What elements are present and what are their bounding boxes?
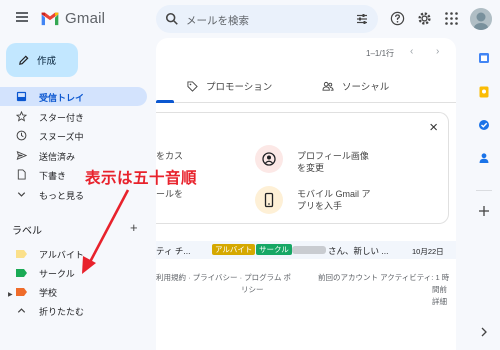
search-icon[interactable] <box>165 12 179 26</box>
sidebar-item-label: スター付き <box>39 113 85 123</box>
annotation-arrow-icon <box>82 189 130 274</box>
annotation-text: 表示は五十音順 <box>85 169 198 187</box>
tab-promotions[interactable]: プロモーション <box>187 79 272 93</box>
setup-item-text[interactable]: を変更 <box>297 162 324 174</box>
chevron-right-icon[interactable] <box>478 326 490 338</box>
setup-item-text[interactable]: モバイル Gmail ア <box>297 188 371 200</box>
star-icon <box>16 111 27 122</box>
activity-details-link[interactable]: 詳細 <box>432 296 447 307</box>
sidebar-item-sent[interactable]: 送信済み <box>0 146 150 165</box>
tabs-divider <box>156 102 456 103</box>
sidebar-item-starred[interactable]: スター付き <box>0 107 150 126</box>
tab-label: ソーシャル <box>342 82 390 93</box>
help-icon[interactable] <box>390 11 405 26</box>
redacted-name <box>292 246 326 254</box>
tab-label: プロモーション <box>206 82 273 93</box>
sidebar-item-label: 折りたたむ <box>39 307 85 317</box>
chevron-down-icon <box>17 192 26 197</box>
sidebar-item-label: スヌーズ中 <box>39 132 84 142</box>
contacts-icon[interactable] <box>478 152 490 164</box>
tag-icon <box>187 80 198 92</box>
avatar-image <box>470 8 492 30</box>
top-header: Gmail メールを検索 <box>0 0 500 38</box>
settings-gear-icon[interactable] <box>417 11 432 26</box>
next-page-button[interactable]: › <box>436 46 439 57</box>
profile-photo-icon[interactable] <box>255 145 283 173</box>
setup-item-text[interactable]: ールを <box>156 188 183 200</box>
label-tag-icon <box>16 288 27 296</box>
sidebar-item-label: 受信トレイ <box>39 93 85 103</box>
inbox-icon <box>16 91 27 102</box>
footer-links[interactable]: リシー <box>241 284 264 295</box>
sidebar-item-snoozed[interactable]: スヌーズ中 <box>0 126 150 145</box>
search-bar[interactable]: メールを検索 <box>156 5 378 33</box>
keep-icon[interactable] <box>478 86 490 98</box>
phone-icon <box>264 192 274 208</box>
gmail-m-icon <box>41 12 59 26</box>
sidebar-item-label: 送信済み <box>39 152 76 162</box>
setup-item-text[interactable]: プロフィール画像 <box>297 150 369 162</box>
label-chip-circle[interactable]: サークル <box>256 244 292 255</box>
gmail-app: Gmail メールを検索 作成 受信トレイ スター付き スヌーズ中 送信済み 下… <box>0 0 500 350</box>
clock-icon <box>16 130 27 141</box>
apps-grid-icon[interactable] <box>444 11 459 26</box>
label-tag-icon <box>16 269 27 277</box>
setup-item-text[interactable]: をカス <box>156 150 183 162</box>
sidebar-item-label: 学校 <box>39 288 58 298</box>
close-icon[interactable]: × <box>429 119 438 136</box>
email-date: 10月22日 <box>412 247 444 256</box>
sidebar-item-label: サークル <box>39 269 75 279</box>
labels-heading: ラベル <box>12 226 42 237</box>
account-avatar[interactable] <box>470 8 492 30</box>
search-input[interactable]: メールを検索 <box>186 13 249 28</box>
tab-primary-indicator[interactable] <box>156 100 174 103</box>
last-activity: 間前 <box>432 285 447 294</box>
tab-social[interactable]: ソーシャル <box>322 79 389 93</box>
account-circle-icon <box>262 152 276 166</box>
sidebar-item-inbox[interactable]: 受信トレイ <box>0 87 147 106</box>
sidebar-item-collapse[interactable]: 折りたたむ <box>0 301 150 320</box>
label-chip-arubaito[interactable]: アルバイト <box>212 244 256 255</box>
compose-button[interactable]: 作成 <box>6 43 78 77</box>
setup-item-text[interactable]: プリを入手 <box>297 200 342 212</box>
gmail-logo[interactable]: Gmail <box>40 10 105 27</box>
rail-divider <box>476 190 492 191</box>
mobile-app-icon[interactable] <box>255 186 283 214</box>
people-icon <box>322 81 334 91</box>
pencil-icon <box>19 55 29 65</box>
sidebar-item-label: 下書き <box>39 171 67 181</box>
pagination-range: 1–1/1行 <box>366 49 395 58</box>
add-addon-icon[interactable] <box>478 205 490 217</box>
tasks-icon[interactable] <box>478 119 490 131</box>
chevron-up-icon <box>17 308 26 313</box>
label-tag-icon <box>16 250 27 258</box>
filter-options-icon[interactable] <box>356 13 368 25</box>
send-icon <box>16 151 27 160</box>
sidebar-label-school[interactable]: 学校 <box>0 282 150 301</box>
compose-label: 作成 <box>37 56 57 67</box>
last-activity: 前回のアカウント アクティビティ: 1 時 <box>318 273 450 282</box>
calendar-icon[interactable] <box>478 52 490 64</box>
email-sender: ティ チ... <box>156 246 191 256</box>
menu-icon[interactable] <box>16 12 28 22</box>
footer-links[interactable]: 利用規約 · プライバシー · プログラム ポ <box>156 272 291 283</box>
email-subject: さん、新しい ... <box>328 246 389 256</box>
app-name: Gmail <box>65 10 106 27</box>
draft-icon <box>17 169 26 180</box>
prev-page-button[interactable]: ‹ <box>410 46 413 57</box>
